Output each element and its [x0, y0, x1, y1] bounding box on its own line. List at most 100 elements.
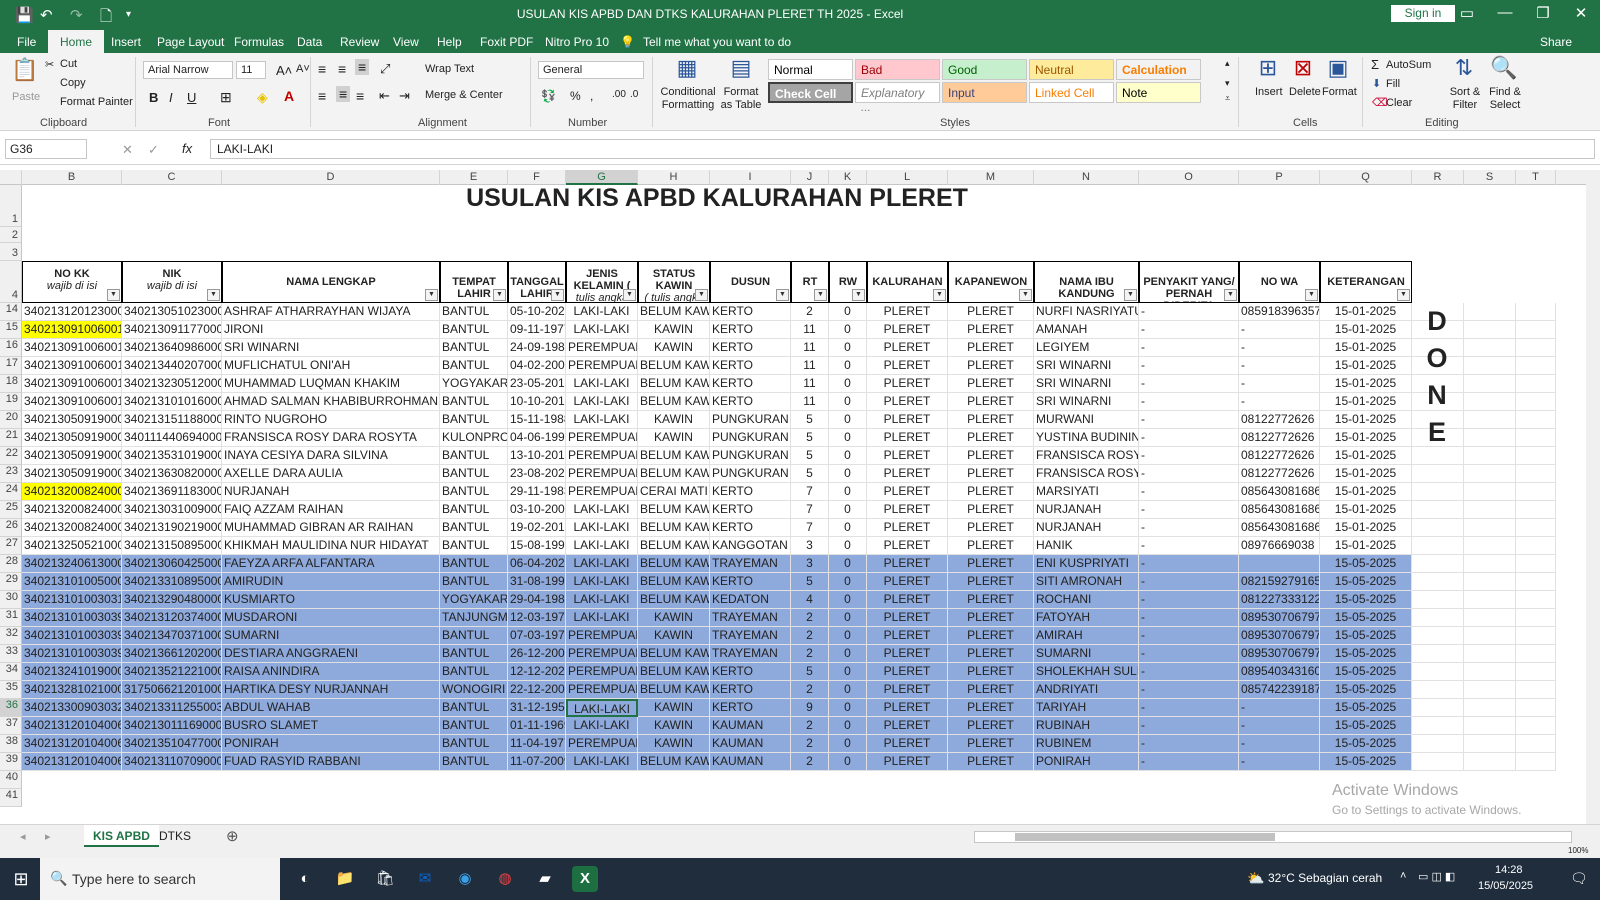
table-cell[interactable]: KANGGOTAN: [710, 537, 791, 555]
table-cell[interactable]: 22-12-2001: [508, 681, 566, 699]
table-cell[interactable]: 03-10-2009: [508, 501, 566, 519]
table-cell[interactable]: 3402131201040062: [22, 717, 122, 735]
format-as-table-button[interactable]: Format as Table: [718, 86, 764, 112]
table-cell[interactable]: PEREMPUAN: [566, 447, 638, 465]
table-cell[interactable]: 0: [829, 609, 867, 627]
table-cell[interactable]: BELUM KAWIN: [638, 303, 710, 321]
table-cell[interactable]: 0895403431600: [1239, 663, 1320, 681]
align-right-icon[interactable]: ≡: [356, 88, 364, 104]
table-cell[interactable]: BANTUL: [440, 501, 508, 519]
accounting-format-icon[interactable]: 💱: [541, 89, 556, 103]
excel-icon[interactable]: X: [572, 866, 598, 892]
restore-icon[interactable]: ❐: [1528, 4, 1558, 22]
table-cell[interactable]: BANTUL: [440, 393, 508, 411]
table-cell[interactable]: PLERET: [948, 465, 1034, 483]
table-cell[interactable]: BANTUL: [440, 537, 508, 555]
table-cell[interactable]: -: [1239, 339, 1320, 357]
table-cell[interactable]: PLERET: [948, 303, 1034, 321]
gallery-down-icon[interactable]: ▾: [1225, 78, 1230, 89]
table-cell[interactable]: KAWIN: [638, 339, 710, 357]
table-cell[interactable]: 15-05-2025: [1320, 645, 1412, 663]
table-cell[interactable]: 15-05-2025: [1320, 663, 1412, 681]
table-cell[interactable]: [1412, 699, 1464, 717]
table-cell[interactable]: TRAYEMAN: [710, 609, 791, 627]
fill-icon[interactable]: ⬇: [1372, 77, 1381, 90]
tab-formulas[interactable]: Formulas: [234, 35, 284, 49]
table-cell[interactable]: DESTIARA ANGGRAENI: [222, 645, 440, 663]
table-cell[interactable]: PLERET: [948, 591, 1034, 609]
table-cell[interactable]: BANTUL: [440, 519, 508, 537]
table-cell[interactable]: 5: [791, 465, 829, 483]
tab-help[interactable]: Help: [437, 35, 462, 49]
table-cell[interactable]: PEREMPUAN: [566, 663, 638, 681]
table-cell[interactable]: LAKI-LAKI: [566, 537, 638, 555]
table-cell[interactable]: 15-05-2025: [1320, 735, 1412, 753]
table-cell[interactable]: -: [1139, 735, 1239, 753]
orientation-icon[interactable]: ⤢: [380, 61, 390, 77]
table-cell[interactable]: 08122772626: [1239, 429, 1320, 447]
italic-icon[interactable]: I: [169, 90, 173, 105]
table-cell[interactable]: ABDUL WAHAB: [222, 699, 440, 717]
underline-icon[interactable]: U: [187, 90, 196, 105]
table-cell[interactable]: 2: [791, 717, 829, 735]
table-cell[interactable]: -: [1239, 375, 1320, 393]
row-header-17[interactable]: 17: [0, 357, 22, 375]
table-cell[interactable]: PLERET: [867, 717, 948, 735]
table-cell[interactable]: 3402133112550039: [122, 699, 222, 717]
table-cell[interactable]: 01-11-1969: [508, 717, 566, 735]
windows-start-icon[interactable]: ⊞: [8, 866, 34, 892]
table-cell[interactable]: PLERET: [948, 699, 1034, 717]
row-header-18[interactable]: 18: [0, 375, 22, 393]
filter-dropdown-icon[interactable]: ▼: [493, 289, 506, 301]
table-cell[interactable]: 085643081686: [1239, 501, 1320, 519]
table-cell[interactable]: 23-05-2012: [508, 375, 566, 393]
table-cell[interactable]: 3402130604250001: [122, 555, 222, 573]
table-cell[interactable]: 04-06-1994: [508, 429, 566, 447]
table-cell[interactable]: PLERET: [867, 501, 948, 519]
cancel-icon[interactable]: ✕: [122, 142, 133, 158]
table-cell[interactable]: KERTO: [710, 375, 791, 393]
table-cell[interactable]: PEREMPUAN: [566, 735, 638, 753]
font-family-select[interactable]: Arial Narrow: [143, 61, 233, 79]
table-cell[interactable]: 3402132810210001: [22, 681, 122, 699]
table-cell[interactable]: [1239, 555, 1320, 573]
table-cell[interactable]: 089530706797: [1239, 627, 1320, 645]
table-cell[interactable]: ANDRIYATI: [1034, 681, 1139, 699]
table-cell[interactable]: BELUM KAWIN: [638, 375, 710, 393]
table-cell[interactable]: 11: [791, 375, 829, 393]
style-explanatory[interactable]: Explanatory ...: [855, 82, 940, 114]
table-cell[interactable]: KERTO: [710, 501, 791, 519]
table-cell[interactable]: -: [1139, 555, 1239, 573]
table-cell[interactable]: KAWIN: [638, 429, 710, 447]
weather-text[interactable]: 32°C Sebagian cerah: [1268, 871, 1382, 885]
table-cell[interactable]: TARIYAH: [1034, 699, 1139, 717]
table-cell[interactable]: 3402135212210001: [122, 663, 222, 681]
wrap-text-button[interactable]: Wrap Text: [425, 63, 474, 75]
table-cell[interactable]: PLERET: [867, 357, 948, 375]
table-cell[interactable]: 3402131107090002: [122, 753, 222, 771]
table-cell[interactable]: [1464, 321, 1516, 339]
table-cell[interactable]: 3402130310090001: [122, 501, 222, 519]
table-cell[interactable]: BELUM KAWIN: [638, 501, 710, 519]
table-cell[interactable]: -: [1139, 393, 1239, 411]
table-cell[interactable]: 7: [791, 519, 829, 537]
table-cell[interactable]: -: [1139, 303, 1239, 321]
table-cell[interactable]: PLERET: [948, 735, 1034, 753]
table-cell[interactable]: 2: [791, 735, 829, 753]
row-header-19[interactable]: 19: [0, 393, 22, 411]
table-cell[interactable]: CERAI MATI: [638, 483, 710, 501]
align-center-icon[interactable]: ≡: [336, 86, 351, 102]
table-cell[interactable]: BELUM KAWIN: [638, 573, 710, 591]
table-cell[interactable]: 0: [829, 663, 867, 681]
font-color-icon[interactable]: A: [284, 88, 294, 104]
table-cell[interactable]: 3402136409860002: [122, 339, 222, 357]
filter-dropdown-icon[interactable]: ▼: [776, 289, 789, 301]
table-cell[interactable]: NURJANAH: [222, 483, 440, 501]
table-cell[interactable]: [1412, 735, 1464, 753]
table-cell[interactable]: BANTUL: [440, 753, 508, 771]
table-cell[interactable]: -: [1139, 663, 1239, 681]
table-cell[interactable]: [1464, 519, 1516, 537]
table-cell[interactable]: [1516, 483, 1556, 501]
table-cell[interactable]: 0: [829, 753, 867, 771]
find-select-icon[interactable]: 🔍: [1489, 55, 1519, 81]
